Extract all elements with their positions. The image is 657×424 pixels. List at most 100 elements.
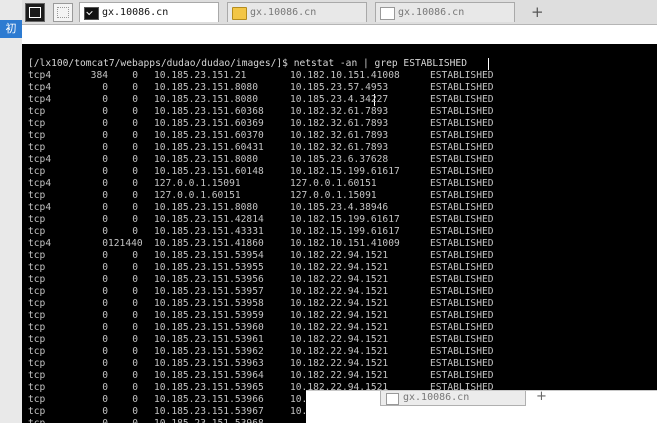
cell-local-address: 10.185.23.151.53967 <box>154 406 264 417</box>
cell-recv-q: 0 <box>102 262 108 273</box>
cell-send-q: 0 <box>132 106 138 117</box>
cell-send-q: 0 <box>132 286 138 297</box>
cell-proto: tcp <box>28 358 46 369</box>
cell-foreign-address: 10.182.22.94.1521 <box>290 370 389 381</box>
netstat-row: tcp 0 0 10.185.23.151.53962 10.182.22.94.152… <box>28 346 648 358</box>
cell-local-address: 10.185.23.151.42814 <box>154 214 264 225</box>
cell-send-q: 0 <box>132 334 138 345</box>
cell-proto: tcp4 <box>28 202 52 213</box>
tab-document[interactable]: gx.10086.cn <box>375 2 515 22</box>
cell-local-address: 10.185.23.151.53957 <box>154 286 264 297</box>
cell-proto: tcp <box>28 274 46 285</box>
cell-state: ESTABLISHED <box>430 298 494 309</box>
cell-send-q: 0 <box>132 94 138 105</box>
cell-state: ESTABLISHED <box>430 166 494 177</box>
cell-recv-q: 0 <box>102 214 108 225</box>
cell-foreign-address: 10.182.32.61.7893 <box>290 106 389 117</box>
cell-recv-q: 0 <box>102 226 108 237</box>
netstat-row: tcp 0 0 10.185.23.151.53963 10.182.22.94.152… <box>28 358 648 370</box>
cell-state: ESTABLISHED <box>430 94 494 105</box>
cell-state: ESTABLISHED <box>430 130 494 141</box>
cell-local-address: 10.185.23.151.41860 <box>154 238 264 249</box>
cell-proto: tcp <box>28 406 46 417</box>
netstat-row: tcp 0 0 10.185.23.151.53956 10.182.22.94.152… <box>28 274 648 286</box>
netstat-row: tcp 0 0 10.185.23.151.53959 10.182.22.94.152… <box>28 310 648 322</box>
cell-recv-q: 0 <box>102 94 108 105</box>
cell-foreign-address: 10.182.22.94.1521 <box>290 250 389 261</box>
cell-proto: tcp <box>28 262 46 273</box>
cell-proto: tcp <box>28 382 46 393</box>
cell-send-q: 0 <box>132 298 138 309</box>
cell-proto: tcp <box>28 334 46 345</box>
netstat-row: tcp4 0 0 127.0.0.1.15091 127.0.0.1.60151 ESTA… <box>28 178 648 190</box>
cell-proto: tcp <box>28 250 46 261</box>
cell-local-address: 10.185.23.151.53954 <box>154 250 264 261</box>
cell-local-address: 10.185.23.151.53956 <box>154 274 264 285</box>
tab-overlay-document[interactable]: gx.10086.cn <box>380 391 526 406</box>
cell-foreign-address: 10.182.22.94.1521 <box>290 334 389 345</box>
blank-window-icon[interactable] <box>53 3 73 22</box>
cell-send-q: 0 <box>132 130 138 141</box>
cell-proto: tcp <box>28 370 46 381</box>
netstat-row: tcp 0 0 10.185.23.151.60370 10.182.32.61.789… <box>28 130 648 142</box>
cell-send-q: 0 <box>132 214 138 225</box>
tab-label: gx.10086.cn <box>403 392 470 403</box>
cell-recv-q: 0 <box>102 322 108 333</box>
cell-local-address: 10.185.23.151.21 <box>154 70 247 81</box>
cell-send-q: 0 <box>132 250 138 261</box>
cell-send-q: 121440 <box>108 238 143 249</box>
cell-state: ESTABLISHED <box>430 334 494 345</box>
cell-foreign-address: 10.185.23.57.4953 <box>290 82 389 93</box>
netstat-row: tcp4 0 0 10.185.23.151.8080 10.185.23.57.495… <box>28 82 648 94</box>
cell-foreign-address: 127.0.0.1.60151 <box>290 178 377 189</box>
netstat-row: tcp4 0 0 10.185.23.151.8080 10.185.23.4.3422… <box>28 94 648 106</box>
netstat-row: tcp 0 0 10.185.23.151.53958 10.182.22.94.152… <box>28 298 648 310</box>
new-tab-button[interactable]: + <box>531 2 544 22</box>
cell-send-q: 0 <box>132 202 138 213</box>
cell-foreign-address: 10.182.32.61.7893 <box>290 118 389 129</box>
cell-recv-q: 0 <box>102 178 108 189</box>
cell-recv-q: 0 <box>102 202 108 213</box>
cell-local-address: 10.185.23.151.53959 <box>154 310 264 321</box>
cell-local-address: 10.185.23.151.43331 <box>154 226 264 237</box>
cell-recv-q: 0 <box>102 166 108 177</box>
terminal-output[interactable]: [/lx100/tomcat7/webapps/dudao/dudao/imag… <box>22 44 657 423</box>
cell-state: ESTABLISHED <box>430 190 494 201</box>
cell-recv-q: 0 <box>102 286 108 297</box>
netstat-row: tcp 0 0 10.185.23.151.53955 10.182.22.94.152… <box>28 262 648 274</box>
netstat-row: tcp 0 0 10.185.23.151.53954 10.182.22.94.152… <box>28 250 648 262</box>
cell-recv-q: 0 <box>102 82 108 93</box>
tab-label: gx.10086.cn <box>102 7 169 18</box>
cell-state: ESTABLISHED <box>430 118 494 129</box>
cell-send-q: 0 <box>132 178 138 189</box>
cell-send-q: 0 <box>132 274 138 285</box>
cell-send-q: 0 <box>132 190 138 201</box>
cell-recv-q: 0 <box>102 370 108 381</box>
cell-state: ESTABLISHED <box>430 214 494 225</box>
cell-state: ESTABLISHED <box>430 238 494 249</box>
cell-state: ESTABLISHED <box>430 310 494 321</box>
cell-foreign-address: 10.185.23.4.38946 <box>290 202 389 213</box>
cell-proto: tcp4 <box>28 178 52 189</box>
cell-state: ESTABLISHED <box>430 226 494 237</box>
tab-terminal[interactable]: gx.10086.cn <box>79 2 219 22</box>
cell-state: ESTABLISHED <box>430 106 494 117</box>
cell-send-q: 0 <box>132 370 138 381</box>
terminal-icon <box>84 7 99 20</box>
terminal-window-icon[interactable] <box>25 3 45 22</box>
cell-proto: tcp <box>28 142 46 153</box>
tab-folder[interactable]: gx.10086.cn <box>227 2 367 22</box>
cell-send-q: 0 <box>132 226 138 237</box>
cell-send-q: 0 <box>132 346 138 357</box>
cell-recv-q: 0 <box>102 190 108 201</box>
cell-foreign-address: 10. <box>290 394 308 405</box>
netstat-row: tcp 0 0 10.185.23.151.60148 10.182.15.199.61… <box>28 166 648 178</box>
cell-foreign-address: 10.182.15.199.61617 <box>290 166 400 177</box>
cell-local-address: 10.185.23.151.53955 <box>154 262 264 273</box>
cell-proto: tcp <box>28 286 46 297</box>
new-tab-button[interactable]: + <box>536 389 547 404</box>
cell-recv-q: 0 <box>102 130 108 141</box>
side-tag: 初 <box>0 20 22 38</box>
cell-recv-q: 0 <box>102 334 108 345</box>
cell-recv-q: 0 <box>102 406 108 417</box>
